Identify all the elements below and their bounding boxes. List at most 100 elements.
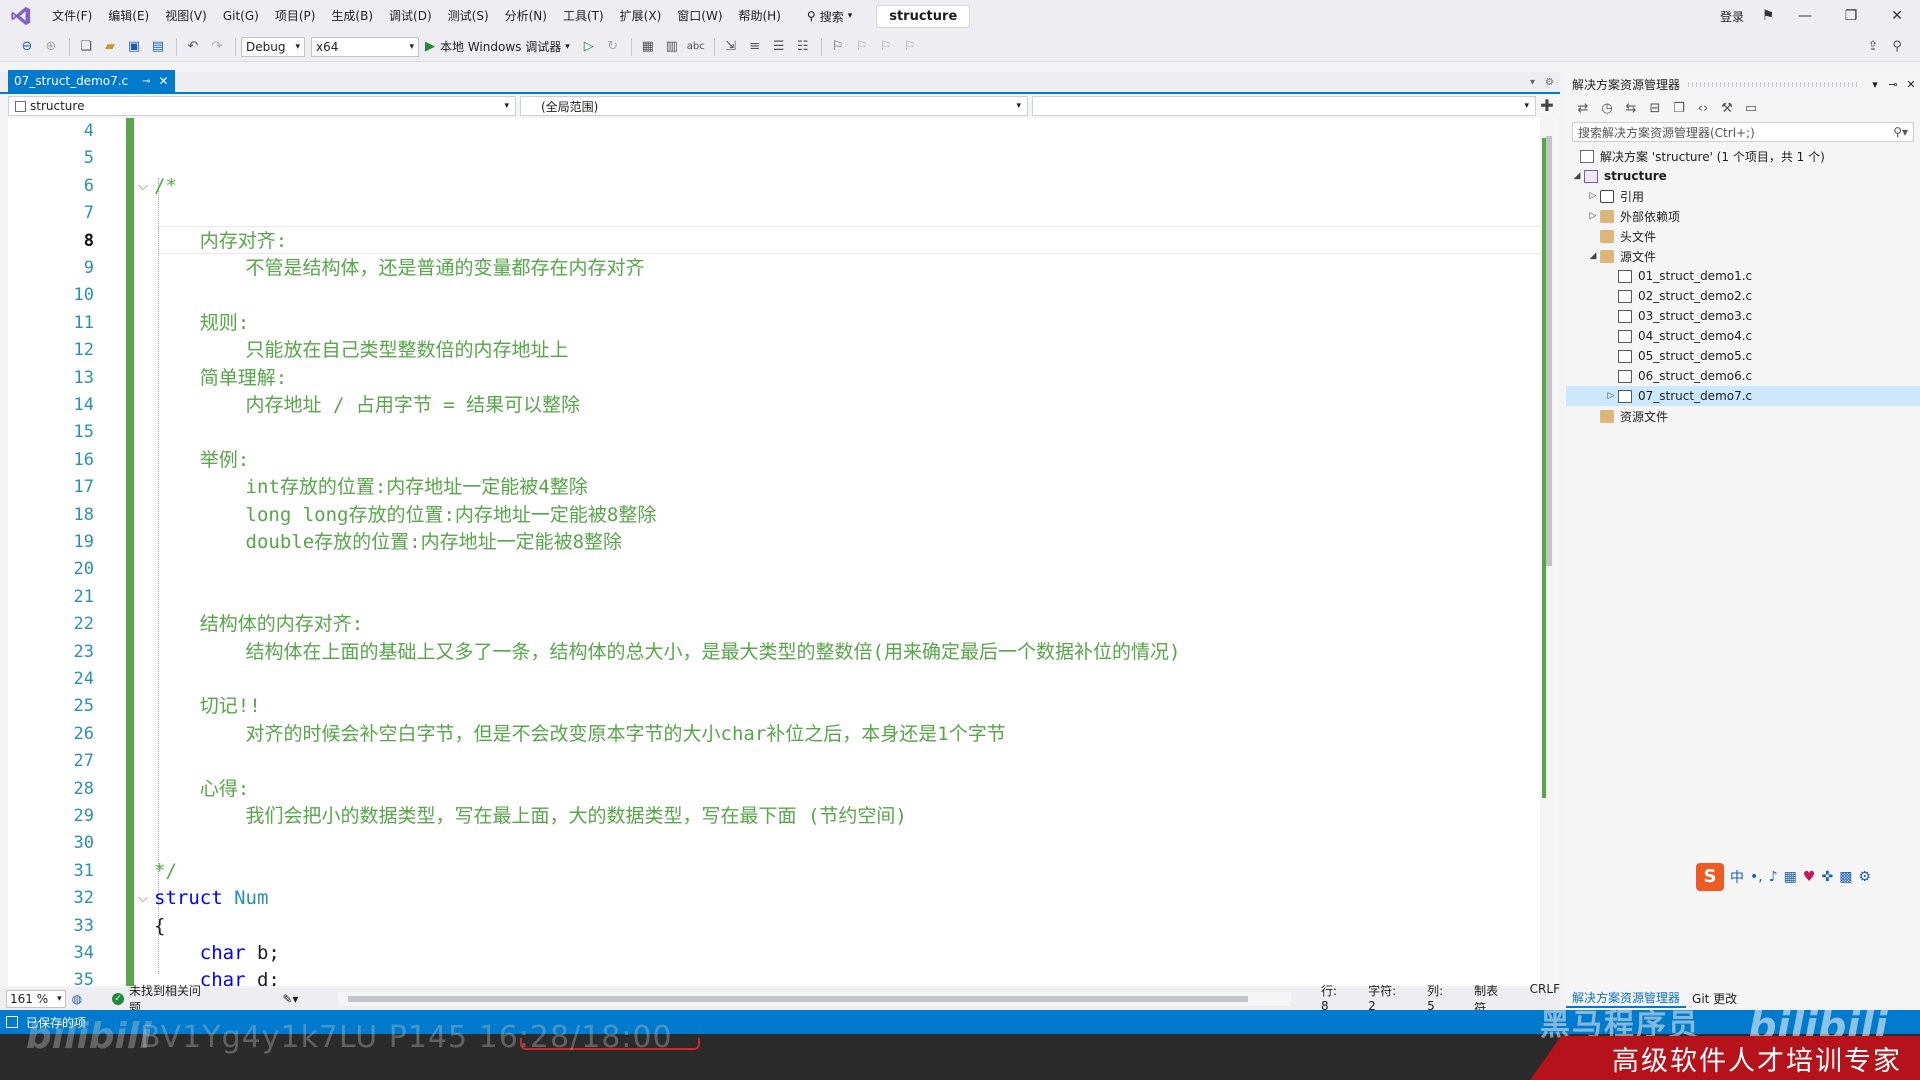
redo-icon[interactable]: ↷ <box>206 36 228 58</box>
scrollbar-thumb[interactable] <box>348 996 1249 1002</box>
save-all-icon[interactable]: ▤ <box>147 36 169 58</box>
platform-select[interactable]: x64 ▾ <box>311 36 419 57</box>
tree-item-resource-files[interactable]: 资源文件 <box>1566 406 1920 426</box>
collapse-arrow-icon[interactable]: ◢ <box>1586 251 1600 261</box>
code-editor[interactable]: ⌵ ⌵ 4 5 6 /* 7 8 内存对齐: 9 不管是结构体，还是普通的变量都存在内存对齐… <box>8 118 1550 986</box>
switch-view-icon[interactable]: ⇆ <box>1620 97 1642 119</box>
solution-search-input[interactable]: 搜索解决方案资源管理器(Ctrl+;) ⚲▾ <box>1572 122 1914 142</box>
pin-icon[interactable]: ⚲ <box>1886 36 1908 58</box>
new-project-icon[interactable]: ❏ <box>75 36 97 58</box>
configuration-select[interactable]: Debug ▾ <box>241 36 305 57</box>
window-layout-icon[interactable]: ▥ <box>661 36 683 58</box>
bookmark-icon[interactable]: ⚐ <box>827 36 849 58</box>
menu-test[interactable]: 测试(S) <box>440 0 497 32</box>
panel-drag-grip[interactable] <box>1688 81 1858 87</box>
tree-item-source-files[interactable]: ◢ 源文件 <box>1566 246 1920 266</box>
tree-item-file[interactable]: 02_struct_demo2.c <box>1566 286 1920 306</box>
properties-wrench-icon[interactable]: ⚒ <box>1716 97 1738 119</box>
menu-view[interactable]: 视图(V) <box>157 0 215 32</box>
tree-item-file[interactable]: 01_struct_demo1.c <box>1566 266 1920 286</box>
toolbox-icon[interactable]: ▩ <box>1839 869 1852 885</box>
format-icon[interactable]: ≡ <box>744 36 766 58</box>
panel-close-icon[interactable]: ✕ <box>1902 78 1920 91</box>
bookmark-prev-icon[interactable]: ⚐ <box>851 36 873 58</box>
menu-file[interactable]: 文件(F) <box>44 0 100 32</box>
gamepad-icon[interactable]: ✜ <box>1821 869 1833 885</box>
bookmark-clear-icon[interactable]: ⚐ <box>899 36 921 58</box>
menu-help[interactable]: 帮助(H) <box>731 0 789 32</box>
comment-icon[interactable]: ☰ <box>768 36 790 58</box>
microphone-icon[interactable]: ♪ <box>1769 869 1778 885</box>
menu-debug[interactable]: 调试(D) <box>381 0 440 32</box>
view-code-icon[interactable]: ‹› <box>1692 97 1714 119</box>
show-all-files-icon[interactable]: ❐ <box>1668 97 1690 119</box>
tab-07-struct-demo7[interactable]: 07_struct_demo7.c ⊸ ✕ <box>8 70 175 92</box>
share-icon[interactable]: ⇪ <box>1862 36 1884 58</box>
menu-build[interactable]: 生成(B) <box>323 0 381 32</box>
tree-item-file[interactable]: 05_struct_demo5.c <box>1566 346 1920 366</box>
tree-item-file[interactable]: 04_struct_demo4.c <box>1566 326 1920 346</box>
zoom-level-select[interactable]: 161 % ▾ <box>6 990 66 1008</box>
preview-icon[interactable]: ▭ <box>1740 97 1762 119</box>
history-icon[interactable]: ◷ <box>1596 97 1618 119</box>
navigate-forward-icon[interactable]: ⊕ <box>40 36 62 58</box>
navigate-back-icon[interactable]: ⊖ <box>16 36 38 58</box>
tab-list-dropdown-icon[interactable]: ▾ <box>1530 77 1535 88</box>
sogou-ime-logo-icon[interactable]: S <box>1696 863 1724 891</box>
member-scope-select[interactable]: ▾ <box>1032 96 1536 116</box>
menu-project[interactable]: 项目(P) <box>267 0 324 32</box>
horizontal-scrollbar[interactable] <box>338 992 1292 1006</box>
undo-icon[interactable]: ↶ <box>182 36 204 58</box>
restore-button[interactable]: ❐ <box>1828 0 1874 32</box>
menu-tools[interactable]: 工具(T) <box>555 0 612 32</box>
scrollbar-thumb[interactable] <box>1546 136 1552 566</box>
login-link[interactable]: 登录 <box>1720 8 1744 25</box>
start-debugging-button[interactable]: ▶ 本地 Windows 调试器 ▾ <box>425 38 570 55</box>
menu-git[interactable]: Git(G) <box>215 0 267 32</box>
expand-arrow-icon[interactable]: ▷ <box>1586 191 1600 201</box>
close-tab-icon[interactable]: ✕ <box>159 74 169 88</box>
sync-view-icon[interactable]: ⇄ <box>1572 97 1594 119</box>
tree-item-solution[interactable]: 解决方案 'structure' (1 个项目，共 1 个) <box>1566 146 1920 166</box>
close-window-button[interactable]: ✕ <box>1874 0 1920 32</box>
split-window-add-icon[interactable]: ✚ <box>1536 96 1558 116</box>
minimize-button[interactable]: — <box>1782 0 1828 32</box>
code-cleanup-icon[interactable]: ◍ <box>72 992 82 1006</box>
fold-collapse-icon[interactable]: ⌵ <box>138 173 148 200</box>
expand-arrow-icon[interactable]: ▷ <box>1604 391 1618 401</box>
code-analysis-brush-icon[interactable]: ✎▾ <box>282 992 298 1006</box>
bookmark-next-icon[interactable]: ⚐ <box>875 36 897 58</box>
project-scope-select[interactable]: structure ▾ <box>8 96 516 116</box>
type-scope-select[interactable]: (全局范围) ▾ <box>520 96 1028 116</box>
collapse-arrow-icon[interactable]: ◢ <box>1570 171 1584 181</box>
spellcheck-icon[interactable]: abc <box>685 36 707 58</box>
vertical-scrollbar[interactable] <box>1540 118 1558 986</box>
save-icon[interactable]: ▣ <box>123 36 145 58</box>
keyboard-icon[interactable]: ▦ <box>1784 869 1797 885</box>
browse-icon[interactable]: ▦ <box>637 36 659 58</box>
tree-item-project[interactable]: ◢ structure <box>1566 166 1920 186</box>
menu-analyze[interactable]: 分析(N) <box>497 0 555 32</box>
menu-edit[interactable]: 编辑(E) <box>100 0 157 32</box>
panel-menu-icon[interactable]: ▾ <box>1866 78 1884 91</box>
tree-item-external-deps[interactable]: ▷ 外部依赖项 <box>1566 206 1920 226</box>
tree-item-file[interactable]: 03_struct_demo3.c <box>1566 306 1920 326</box>
tab-settings-gear-icon[interactable]: ⚙ <box>1545 77 1554 88</box>
visual-studio-logo-icon[interactable] <box>10 5 32 27</box>
tree-item-file-selected[interactable]: ▷ 07_struct_demo7.c <box>1566 386 1920 406</box>
fold-collapse-icon[interactable]: ⌵ <box>138 885 148 912</box>
status-notification-icon[interactable] <box>6 1016 18 1028</box>
search-button[interactable]: ⚲ 搜索 ▾ <box>799 4 860 28</box>
tree-item-header-files[interactable]: 头文件 <box>1566 226 1920 246</box>
tree-item-file[interactable]: 06_struct_demo6.c <box>1566 366 1920 386</box>
ime-mode-indicator[interactable]: 中 <box>1730 867 1744 887</box>
collapse-all-icon[interactable]: ⊟ <box>1644 97 1666 119</box>
menu-window[interactable]: 窗口(W) <box>669 0 730 32</box>
start-without-debugging-icon[interactable]: ▷ <box>578 36 600 58</box>
tree-item-references[interactable]: ▷ 引用 <box>1566 186 1920 206</box>
panel-pin-icon[interactable]: ⊸ <box>1884 78 1902 91</box>
open-folder-icon[interactable]: ▰ <box>99 36 121 58</box>
pin-tab-icon[interactable]: ⊸ <box>142 76 150 87</box>
step-icon[interactable]: ⇲ <box>720 36 742 58</box>
skin-icon[interactable]: ♥ <box>1803 869 1816 885</box>
